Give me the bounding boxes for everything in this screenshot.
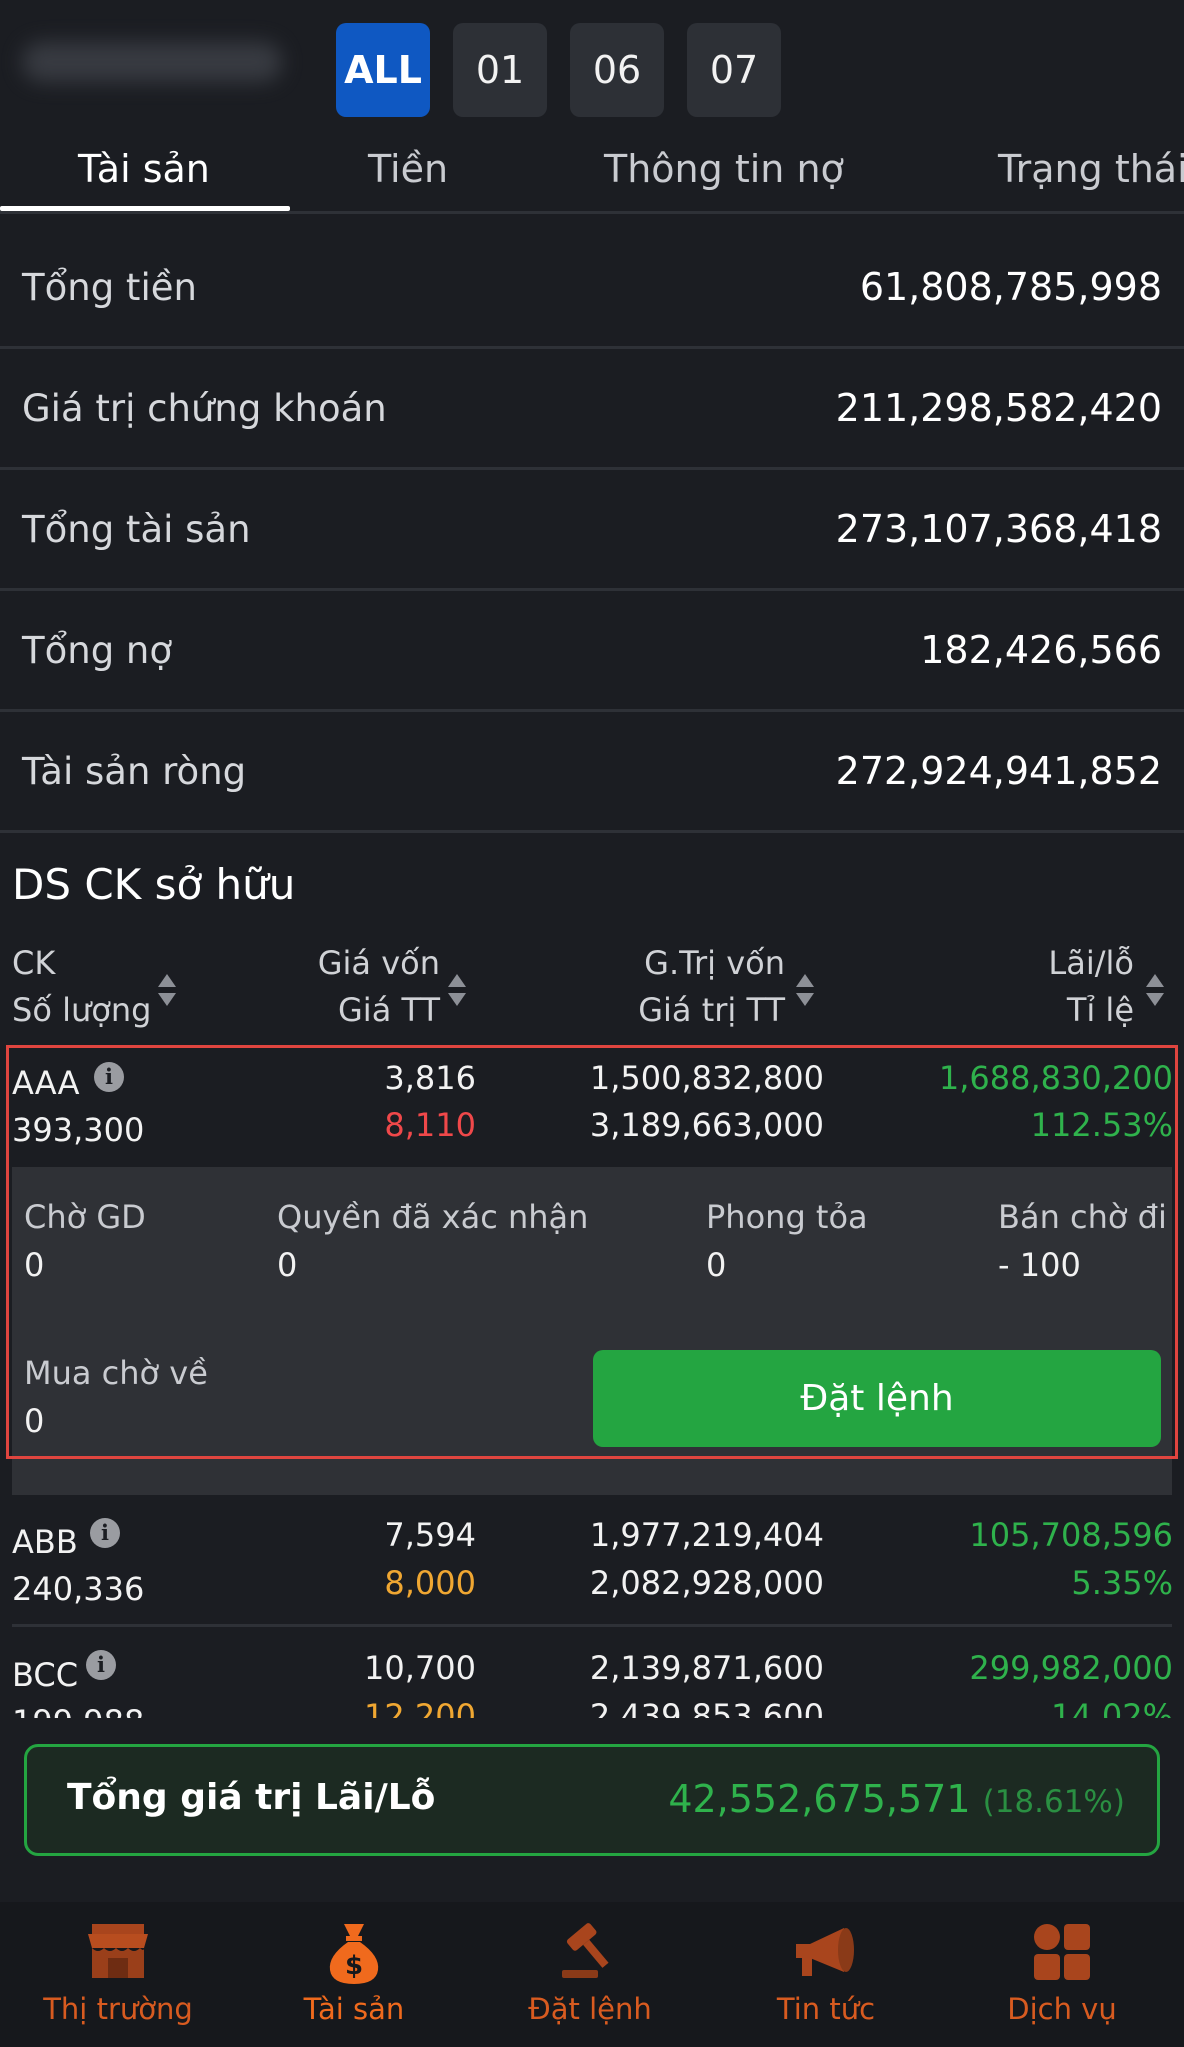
column-header-line1: Lãi/lỗ [1048, 944, 1134, 982]
nav-item-services[interactable]: Dịch vụ [944, 1902, 1180, 2047]
summary-value: 182,426,566 [920, 628, 1162, 672]
info-icon[interactable]: i [86, 1650, 116, 1680]
nav-label: Dịch vụ [1007, 1992, 1117, 2026]
sort-icon[interactable] [1146, 972, 1164, 1008]
quantity: 240,336 [12, 1570, 145, 1608]
tab-debt-info[interactable]: Thông tin nợ [604, 140, 844, 211]
total-pnl-bar: Tổng giá trị Lãi/Lỗ 42,552,675,571 (18.6… [24, 1744, 1160, 1856]
summary-value: 273,107,368,418 [835, 507, 1162, 551]
nav-label: Thị trường [43, 1992, 193, 2026]
tab-status[interactable]: Trạng thái [998, 140, 1184, 211]
column-header-line2: Giá trị TT [638, 991, 785, 1029]
summary-row-total-assets: Tổng tài sản 273,107,368,418 [0, 470, 1184, 591]
info-icon[interactable]: i [90, 1518, 120, 1548]
column-header-pnl[interactable]: Lãi/lỗ Tỉ lệ [1000, 940, 1134, 1034]
column-header-line1: G.Trị vốn [644, 944, 785, 982]
summary-label: Tổng nợ [22, 628, 173, 672]
nav-item-market[interactable]: Thị trường [0, 1902, 236, 2047]
summary-value: 272,924,941,852 [835, 749, 1162, 793]
summary-label: Tài sản ròng [22, 749, 247, 793]
column-header-line2: Tỉ lệ [1066, 991, 1134, 1029]
market-price: 12,200 [364, 1697, 476, 1718]
gavel-icon [562, 1923, 609, 1978]
nav-label: Tài sản [303, 1992, 405, 2026]
account-number-blurred[interactable] [22, 42, 282, 82]
table-row-bcc[interactable]: BCC i 199,988 10,700 12,200 2,139,871,60… [0, 1640, 1184, 1718]
holdings-title: DS CK sở hữu [12, 860, 296, 909]
symbol[interactable]: BCC [12, 1655, 78, 1695]
account-tab-01[interactable]: 01 [453, 23, 547, 117]
market-price: 8,000 [384, 1564, 476, 1602]
summary-value: 211,298,582,420 [835, 386, 1162, 430]
summary-label: Tổng tiền [22, 265, 197, 309]
sort-icon[interactable] [448, 972, 466, 1008]
summary-row-total-cash: Tổng tiền 61,808,785,998 [0, 228, 1184, 349]
summary-label: Tổng tài sản [22, 507, 251, 551]
cost-value: 1,977,219,404 [589, 1516, 824, 1554]
nav-label: Đặt lệnh [528, 1992, 652, 2026]
row-divider [12, 1624, 1172, 1627]
pnl-percent: 5.35% [1071, 1564, 1173, 1602]
account-bar: ALL 01 06 07 [0, 0, 1184, 140]
summary-row-securities-value: Giá trị chứng khoán 211,298,582,420 [0, 349, 1184, 470]
nav-item-assets[interactable]: $ Tài sản [236, 1902, 472, 2047]
svg-text:$: $ [345, 1951, 363, 1981]
account-tab-07[interactable]: 07 [687, 23, 781, 117]
column-header-value[interactable]: G.Trị vốn Giá trị TT [600, 940, 785, 1034]
total-pnl-percent: (18.61%) [982, 1784, 1125, 1820]
tab-cash[interactable]: Tiền [368, 140, 448, 211]
megaphone-icon [796, 1928, 854, 1976]
column-header-line1: CK [12, 944, 56, 982]
store-icon [88, 1924, 148, 1978]
total-pnl-amount: 42,552,675,571 [668, 1777, 971, 1821]
summary-label: Giá trị chứng khoán [22, 386, 387, 430]
main-tabs: Tài sản Tiền Thông tin nợ Trạng thái [0, 140, 1184, 214]
account-tab-06[interactable]: 06 [570, 23, 664, 117]
cost-price: 7,594 [384, 1516, 476, 1554]
tab-assets[interactable]: Tài sản [78, 140, 210, 211]
summary-value: 61,808,785,998 [859, 265, 1162, 309]
sort-icon[interactable] [796, 972, 814, 1008]
bottom-nav: Thị trường $ Tài sản Đặt lệnh Tin tức Dị… [0, 1902, 1184, 2047]
selected-row-highlight [6, 1045, 1178, 1459]
summary-row-total-debt: Tổng nợ 182,426,566 [0, 591, 1184, 712]
grid-icon [1034, 1924, 1090, 1980]
cost-value: 2,139,871,600 [589, 1649, 824, 1687]
market-value: 2,082,928,000 [589, 1564, 824, 1602]
sort-icon[interactable] [158, 972, 176, 1008]
market-value: 2,439,853,600 [589, 1697, 824, 1718]
column-header-line2: Số lượng [12, 991, 152, 1029]
total-pnl-value: 42,552,675,571 (18.61%) [668, 1777, 1125, 1821]
asset-summary: Tổng tiền 61,808,785,998 Giá trị chứng k… [0, 228, 1184, 833]
column-header-line1: Giá vốn [317, 944, 440, 982]
summary-row-net-assets: Tài sản ròng 272,924,941,852 [0, 712, 1184, 833]
column-header-price[interactable]: Giá vốn Giá TT [300, 940, 440, 1034]
column-header-symbol[interactable]: CK Số lượng [12, 940, 151, 1034]
pnl-percent: 14.02% [1050, 1697, 1173, 1718]
money-bag-icon: $ [329, 1924, 379, 1984]
pnl-value: 299,982,000 [969, 1649, 1173, 1687]
pnl-value: 105,708,596 [969, 1516, 1173, 1554]
symbol[interactable]: ABB [12, 1522, 78, 1562]
total-pnl-label: Tổng giá trị Lãi/Lỗ [67, 1777, 436, 1818]
quantity: 199,988 [12, 1702, 144, 1718]
cost-price: 10,700 [364, 1649, 476, 1687]
nav-label: Tin tức [776, 1992, 876, 2026]
nav-item-place-order[interactable]: Đặt lệnh [472, 1902, 708, 2047]
active-tab-indicator [0, 206, 290, 211]
holding-detail-panel-footer [12, 1459, 1172, 1495]
nav-item-news[interactable]: Tin tức [708, 1902, 944, 2047]
account-tab-all[interactable]: ALL [336, 23, 430, 117]
column-header-line2: Giá TT [338, 991, 440, 1029]
